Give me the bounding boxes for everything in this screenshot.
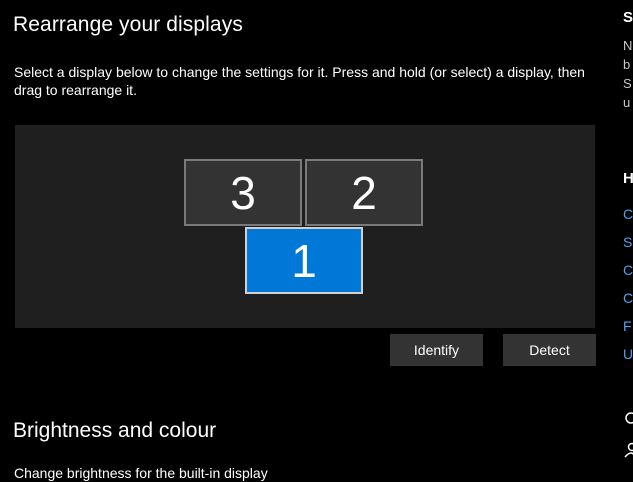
side-link[interactable]: F: [623, 318, 632, 334]
side-heading-2: H: [623, 170, 633, 187]
chat-help-icon[interactable]: [623, 412, 633, 429]
detect-button[interactable]: Detect: [503, 334, 596, 366]
brightness-heading: Brightness and colour: [13, 419, 216, 443]
side-text-line: S: [623, 76, 632, 91]
side-text-line: b: [623, 57, 630, 72]
brightness-description: Change brightness for the built-in displ…: [14, 464, 268, 482]
side-link[interactable]: C: [623, 206, 633, 222]
display-2-tile[interactable]: 2: [305, 159, 423, 226]
side-text-line: N: [623, 38, 632, 53]
identify-button[interactable]: Identify: [390, 334, 483, 366]
display-arrangement-area[interactable]: 3 2 1: [15, 125, 595, 328]
side-link[interactable]: C: [623, 262, 633, 278]
side-link[interactable]: C: [623, 290, 633, 306]
side-link[interactable]: S: [623, 234, 632, 250]
side-text-line: u: [623, 95, 630, 110]
display-1-tile[interactable]: 1: [245, 227, 363, 294]
rearrange-description: Select a display below to change the set…: [14, 63, 604, 99]
page-title: Rearrange your displays: [13, 13, 243, 37]
side-heading-1: S: [623, 9, 633, 26]
side-link[interactable]: U: [623, 346, 633, 362]
feedback-person-icon[interactable]: [623, 442, 633, 461]
display-3-tile[interactable]: 3: [184, 159, 302, 226]
